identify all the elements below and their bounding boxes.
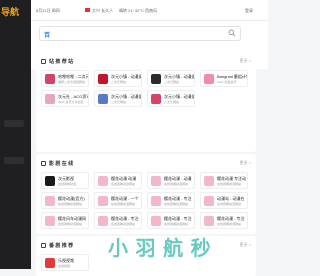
- site-card[interactable]: 樱花动漫 - 动漫 在线观看动漫网站: [147, 172, 195, 189]
- site-desc: 在线观看动漫网站: [111, 202, 136, 206]
- site-card[interactable]: 樱花动漫 - 专注 在线观看动漫网站: [147, 192, 195, 209]
- hotwords: 推荐中国游戏 建设动漫中小学生国家智慧教育平台官网全球变暖全球性问题这是一个大好…: [38, 43, 263, 49]
- site-desc: ACG 资讯分享社区: [58, 100, 84, 104]
- site-icon: [98, 196, 108, 206]
- sidebar: 导航: [0, 0, 31, 269]
- site-card[interactable]: 次元社 - ACG资讯 ACG 资讯分享社区: [41, 90, 89, 107]
- site-desc: 在线观看动漫网站: [164, 222, 189, 226]
- site-card[interactable]: 樱花动漫(官方) 在线观看动漫网站: [41, 192, 89, 209]
- more-link[interactable]: 更多 >: [240, 242, 251, 248]
- site-icon: [151, 176, 161, 186]
- site-icon: [45, 176, 55, 186]
- topbar: 8月21日 周四 大兴 长久人 晴转 21~32°C 西南风 登录: [31, 0, 268, 21]
- site-desc: 在线观看动漫网站: [164, 202, 189, 206]
- flag-icon: [85, 8, 90, 12]
- site-card[interactable]: 次元小镇 - 动漫爱 二次元网站: [94, 70, 142, 87]
- grid-icon: [41, 59, 46, 64]
- site-desc: 在线观看动漫网站: [58, 222, 83, 226]
- site-card[interactable]: 乐视视频 在线视频: [41, 254, 89, 271]
- login-link[interactable]: 登录: [245, 8, 253, 14]
- site-card[interactable]: 哈哩哈哩 - 二次元 弹幕二次元视频网站: [41, 70, 89, 87]
- search-engine-logo[interactable]: 百: [44, 30, 50, 39]
- site-card[interactable]: 樱花动漫 专注动 在线观看动漫网站: [200, 172, 248, 189]
- more-link[interactable]: 更多 >: [240, 58, 251, 64]
- site-icon: [204, 176, 214, 186]
- site-icon: [45, 216, 55, 226]
- video-icon: [41, 161, 46, 166]
- site-card[interactable]: 樱花动漫 - 专注 在线观看动漫网站: [94, 212, 142, 229]
- weather-text: 晴转 21~32°C 西南风: [119, 8, 157, 13]
- site-card[interactable]: 动漫岛 - 动漫在 在线观看动漫网站: [200, 192, 248, 209]
- site-card[interactable]: 樱花动漫 - 一个 在线观看动漫网站: [94, 192, 142, 209]
- search-input[interactable]: 百: [39, 26, 241, 41]
- site-card[interactable]: 次元影视 在线观看动漫: [41, 172, 89, 189]
- site-card[interactable]: Bangumi 番组计划 ACG 动漫资讯: [200, 70, 248, 87]
- site-desc: 在线观看动漫网站: [58, 202, 83, 206]
- site-icon: [204, 74, 214, 84]
- site-icon: [45, 258, 55, 268]
- tv-icon: [41, 243, 46, 248]
- site-icon: [45, 196, 55, 206]
- site-desc: 二次元网站: [164, 100, 180, 104]
- site-card[interactable]: 次元小镇 - 动漫爱 二次元网站: [147, 90, 195, 107]
- site-icon: [151, 94, 161, 104]
- sidebar-item[interactable]: [4, 157, 24, 164]
- site-card[interactable]: 次元小镇 - 动漫爱 二次元网站: [94, 90, 142, 107]
- search-icon[interactable]: [228, 29, 236, 37]
- sidebar-item[interactable]: [4, 120, 24, 127]
- site-icon: [98, 74, 108, 84]
- site-icon: [98, 94, 108, 104]
- site-desc: 在线视频: [58, 264, 71, 268]
- site-icon: [45, 74, 55, 84]
- site-desc: 二次元网站: [111, 100, 127, 104]
- site-desc: 在线观看动漫: [58, 182, 77, 186]
- site-desc: 在线观看动漫网站: [111, 182, 136, 186]
- site-desc: 弹幕二次元视频网站: [58, 80, 86, 84]
- site-desc: 在线观看动漫网站: [217, 202, 242, 206]
- watermark: 小 羽 航 秒: [108, 238, 212, 260]
- section-title: 番 剧 推 荐: [49, 243, 74, 249]
- site-desc: 在线观看动漫网站: [217, 222, 242, 226]
- site-icon: [151, 216, 161, 226]
- site-desc: 二次元网站: [111, 80, 127, 84]
- site-desc: 在线观看动漫网站: [111, 222, 136, 226]
- site-icon: [98, 216, 108, 226]
- date-text: 8月21日 周四: [36, 8, 60, 13]
- site-icon: [151, 74, 161, 84]
- site-card[interactable]: 次元小镇 - 动漫爱 二次元网站: [147, 70, 195, 87]
- section-title: 站 推 荐 站: [49, 59, 74, 65]
- site-desc: ACG 动漫资讯: [217, 80, 237, 84]
- location-text: 大兴 长久人: [92, 8, 114, 13]
- site-card[interactable]: 樱花动漫 - 专注 在线观看动漫网站: [147, 212, 195, 229]
- site-desc: 二次元网站: [164, 80, 180, 84]
- video-section: 影 剧 在 线 更多 > 次元影视 在线观看动漫 樱花动漫 动漫 在线观看动漫网站 樱花…: [36, 154, 256, 234]
- more-link[interactable]: 更多 >: [240, 160, 251, 166]
- site-icon: [204, 216, 214, 226]
- site-card[interactable]: 樱花动漫 动漫 在线观看动漫网站: [94, 172, 142, 189]
- site-icon: [204, 196, 214, 206]
- recommend-section: 站 推 荐 站 更多 > 哈哩哈哩 - 二次元 弹幕二次元视频网站 次元小镇 - 动…: [36, 52, 256, 152]
- site-card[interactable]: 樱花风车动漫网 在线观看动漫网站: [41, 212, 89, 229]
- site-desc: 在线观看动漫网站: [164, 182, 189, 186]
- site-icon: [45, 94, 55, 104]
- site-icon: [151, 196, 161, 206]
- logo[interactable]: 导航: [1, 5, 30, 18]
- site-card[interactable]: 樱花动漫 - 专注 在线观看动漫网站: [200, 212, 248, 229]
- site-desc: 在线观看动漫网站: [217, 182, 242, 186]
- site-icon: [98, 176, 108, 186]
- section-title: 影 剧 在 线: [49, 161, 74, 167]
